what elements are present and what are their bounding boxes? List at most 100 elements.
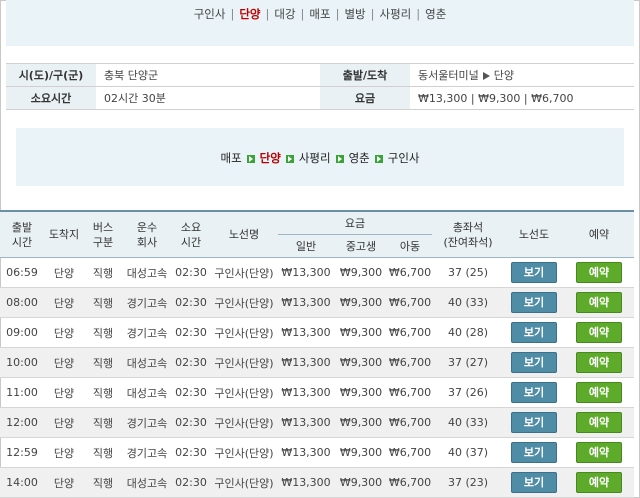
route-stop-1: 단양	[259, 151, 281, 165]
view-route-button[interactable]: 보기	[511, 262, 557, 283]
cell-route: 구인사(단양)	[210, 317, 278, 348]
cell-seats: 40 (33)	[432, 287, 504, 318]
route-stop-3: 영춘	[348, 151, 370, 165]
book-button[interactable]: 예약	[576, 292, 622, 313]
cell-dest: 단양	[44, 257, 84, 288]
col-bus-type: 버스 구분	[84, 211, 122, 258]
nav-link-5[interactable]: 사평리	[380, 7, 412, 21]
cell-type: 직행	[84, 377, 122, 408]
cell-map: 보기	[504, 317, 564, 348]
nav-link-2[interactable]: 대강	[274, 7, 295, 21]
cell-book: 예약	[564, 317, 634, 348]
nav-link-0[interactable]: 구인사	[194, 7, 226, 21]
nav-separator: |	[230, 7, 235, 21]
cell-dur: 02:30	[172, 437, 210, 468]
cell-seats: 40 (28)	[432, 317, 504, 348]
cell-company: 경기고속	[122, 437, 172, 468]
col-company: 운수 회사	[122, 211, 172, 258]
green-arrow-icon	[246, 154, 255, 163]
cell-map: 보기	[504, 437, 564, 468]
table-row: 11:00 단양 직행 대성고속 02:30 구인사(단양) ₩13,300 ₩9,300 ₩6…	[0, 377, 634, 408]
book-button[interactable]: 예약	[576, 262, 622, 283]
nav-link-4[interactable]: 별방	[344, 7, 365, 21]
cell-youth: ₩9,300	[334, 287, 388, 318]
view-route-button[interactable]: 보기	[511, 322, 557, 343]
cell-youth: ₩9,300	[334, 437, 388, 468]
nav-separator: |	[370, 7, 375, 21]
book-button[interactable]: 예약	[576, 352, 622, 373]
cell-type: 직행	[84, 317, 122, 348]
cell-time: 11:00	[0, 377, 44, 408]
cell-dur: 02:30	[172, 257, 210, 288]
col-depart: 출발 시간	[0, 211, 44, 258]
book-button[interactable]: 예약	[576, 382, 622, 403]
book-button[interactable]: 예약	[576, 442, 622, 463]
cell-child: ₩6,700	[388, 377, 432, 408]
nav-link-6[interactable]: 영춘	[425, 7, 446, 21]
cell-adult: ₩13,300	[278, 437, 334, 468]
cell-book: 예약	[564, 437, 634, 468]
col-seats: 총좌석 (잔여좌석)	[432, 211, 504, 258]
route-from: 동서울터미널	[418, 69, 479, 82]
cell-route: 구인사(단양)	[210, 437, 278, 468]
duration-value: 02시간 30분	[96, 86, 320, 110]
cell-dest: 단양	[44, 437, 84, 468]
cell-company: 대성고속	[122, 257, 172, 288]
nav-separator: |	[265, 7, 270, 21]
cell-dest: 단양	[44, 467, 84, 498]
table-row: 10:00 단양 직행 대성고속 02:30 구인사(단양) ₩13,300 ₩9,300 ₩6…	[0, 347, 634, 378]
view-route-button[interactable]: 보기	[511, 442, 557, 463]
cell-dur: 02:30	[172, 347, 210, 378]
cell-type: 직행	[84, 287, 122, 318]
cell-type: 직행	[84, 257, 122, 288]
view-route-button[interactable]: 보기	[511, 412, 557, 433]
book-button[interactable]: 예약	[576, 412, 622, 433]
cell-time: 08:00	[0, 287, 44, 318]
book-button[interactable]: 예약	[576, 472, 622, 493]
cell-seats: 37 (23)	[432, 467, 504, 498]
table-row: 09:00 단양 직행 경기고속 02:30 구인사(단양) ₩13,300 ₩9,300 ₩6…	[0, 317, 634, 348]
cell-book: 예약	[564, 287, 634, 318]
top-nav-links: 구인사 | 단양 | 대강 | 매포 | 별방 | 사평리 | 영춘	[6, 0, 634, 22]
cell-route: 구인사(단양)	[210, 287, 278, 318]
cell-child: ₩6,700	[388, 287, 432, 318]
cell-map: 보기	[504, 407, 564, 438]
nav-link-1[interactable]: 단양	[239, 7, 260, 21]
cell-dur: 02:30	[172, 317, 210, 348]
cell-map: 보기	[504, 287, 564, 318]
cell-dest: 단양	[44, 317, 84, 348]
cell-map: 보기	[504, 347, 564, 378]
cell-map: 보기	[504, 467, 564, 498]
cell-book: 예약	[564, 467, 634, 498]
cell-time: 09:00	[0, 317, 44, 348]
book-button[interactable]: 예약	[576, 322, 622, 343]
cell-adult: ₩13,300	[278, 377, 334, 408]
cell-company: 경기고속	[122, 287, 172, 318]
cell-youth: ₩9,300	[334, 347, 388, 378]
view-route-button[interactable]: 보기	[511, 472, 557, 493]
route-path: 매포 단양 사평리 영춘 구인사	[16, 128, 624, 166]
nav-link-3[interactable]: 매포	[309, 7, 330, 21]
view-route-button[interactable]: 보기	[511, 292, 557, 313]
cell-company: 경기고속	[122, 317, 172, 348]
cell-seats: 37 (25)	[432, 257, 504, 288]
cell-dur: 02:30	[172, 377, 210, 408]
cell-youth: ₩9,300	[334, 467, 388, 498]
col-fare-child: 아동	[388, 234, 432, 258]
cell-company: 대성고속	[122, 467, 172, 498]
view-route-button[interactable]: 보기	[511, 352, 557, 373]
route-value: 동서울터미널 단양	[410, 63, 634, 87]
fare-value: ₩13,300 | ₩9,300 | ₩6,700	[410, 86, 634, 110]
table-row: 14:00 단양 직행 대성고속 02:30 구인사(단양) ₩13,300 ₩9,300 ₩6…	[0, 467, 634, 498]
cell-adult: ₩13,300	[278, 257, 334, 288]
cell-dur: 02:30	[172, 407, 210, 438]
route-to: 단양	[493, 69, 514, 82]
cell-map: 보기	[504, 257, 564, 288]
view-route-button[interactable]: 보기	[511, 382, 557, 403]
cell-youth: ₩9,300	[334, 377, 388, 408]
cell-company: 경기고속	[122, 407, 172, 438]
table-row: 06:59 단양 직행 대성고속 02:30 구인사(단양) ₩13,300 ₩9,300 ₩6…	[0, 257, 634, 288]
col-fare-youth: 중고생	[334, 234, 388, 258]
cell-seats: 37 (27)	[432, 347, 504, 378]
col-arrive: 도착지	[44, 211, 84, 258]
